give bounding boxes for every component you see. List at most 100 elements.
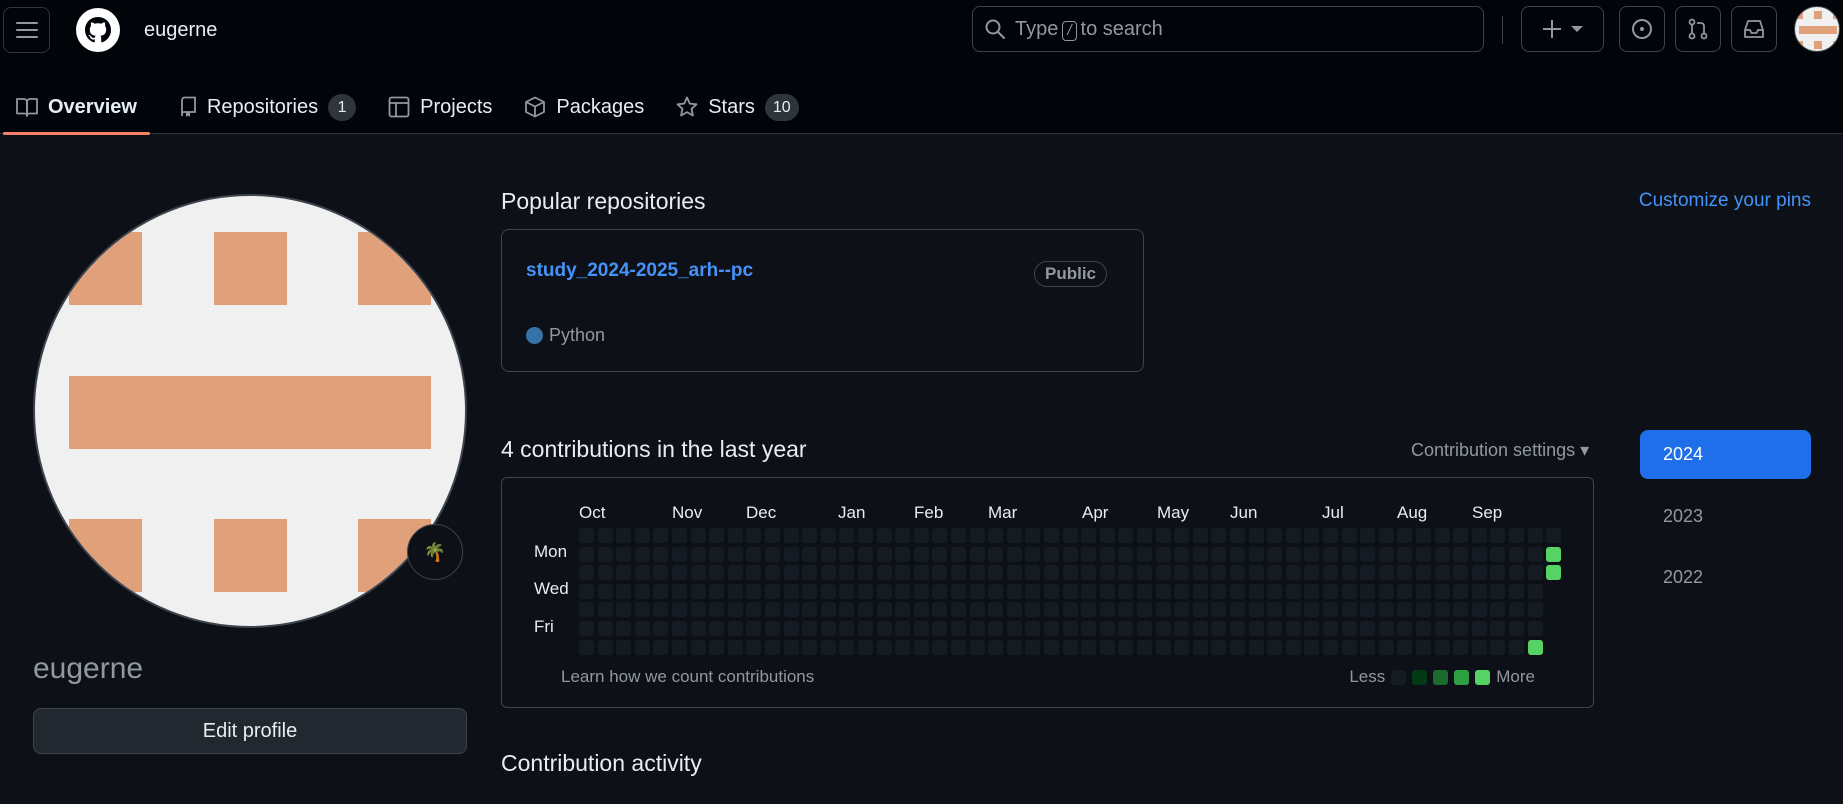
contribution-day-cell[interactable] xyxy=(1471,565,1487,581)
contribution-day-cell[interactable] xyxy=(820,583,836,599)
contribution-day-cell[interactable] xyxy=(1006,546,1022,562)
contribution-day-cell[interactable] xyxy=(1378,583,1394,599)
contribution-day-cell[interactable] xyxy=(634,602,650,618)
contribution-day-cell[interactable] xyxy=(932,621,948,636)
contribution-day-cell[interactable] xyxy=(727,583,743,599)
github-logo-icon[interactable] xyxy=(75,7,121,53)
contribution-day-cell[interactable] xyxy=(858,639,873,655)
contribution-day-cell[interactable] xyxy=(1453,546,1469,562)
contribution-day-cell[interactable] xyxy=(765,546,780,562)
contribution-settings-dropdown[interactable]: Contribution settings ▾ xyxy=(1411,440,1589,461)
contribution-day-cell[interactable] xyxy=(1416,621,1431,636)
contribution-day-cell[interactable] xyxy=(1044,583,1059,599)
contribution-day-cell[interactable] xyxy=(1509,621,1524,636)
contribution-day-cell[interactable] xyxy=(1174,639,1190,655)
contribution-day-cell[interactable] xyxy=(1453,602,1469,618)
contribution-day-cell[interactable] xyxy=(746,565,762,581)
contribution-day-cell[interactable] xyxy=(802,602,818,618)
contribution-day-cell[interactable] xyxy=(672,639,687,655)
contribution-day-cell[interactable] xyxy=(1230,565,1245,581)
contribution-day-cell[interactable] xyxy=(653,583,669,599)
contribution-day-cell[interactable] xyxy=(988,621,1004,636)
contribution-day-cell[interactable] xyxy=(820,602,836,618)
contribution-day-cell[interactable] xyxy=(820,621,836,636)
contribution-day-cell[interactable] xyxy=(727,528,743,543)
contribution-day-cell[interactable] xyxy=(1081,528,1097,543)
contribution-day-cell[interactable] xyxy=(1323,602,1338,618)
contribution-day-cell[interactable] xyxy=(820,565,836,581)
contribution-day-cell[interactable] xyxy=(951,583,966,599)
contribution-day-cell[interactable] xyxy=(1397,621,1413,636)
contribution-day-cell[interactable] xyxy=(1099,621,1115,636)
contribution-day-cell[interactable] xyxy=(690,583,706,599)
contribution-day-cell[interactable] xyxy=(1006,583,1022,599)
contribution-day-cell[interactable] xyxy=(1118,621,1134,636)
contribution-day-cell[interactable] xyxy=(746,528,762,543)
contribution-day-cell[interactable] xyxy=(1323,528,1338,543)
contribution-day-cell[interactable] xyxy=(1471,528,1487,543)
contribution-day-cell[interactable] xyxy=(579,565,594,581)
contribution-day-cell[interactable] xyxy=(1174,602,1190,618)
contribution-day-cell[interactable] xyxy=(1397,602,1413,618)
contribution-day-cell[interactable] xyxy=(969,565,985,581)
contribution-day-cell[interactable] xyxy=(1304,602,1320,618)
contribution-day-cell[interactable] xyxy=(1546,565,1562,581)
contribution-day-cell[interactable] xyxy=(820,528,836,543)
contribution-day-cell[interactable] xyxy=(579,639,594,655)
contribution-day-cell[interactable] xyxy=(653,621,669,636)
contribution-day-cell[interactable] xyxy=(765,583,780,599)
contribution-day-cell[interactable] xyxy=(969,546,985,562)
contribution-day-cell[interactable] xyxy=(932,639,948,655)
tab-packages[interactable]: Packages xyxy=(508,80,660,134)
contribution-day-cell[interactable] xyxy=(1490,621,1506,636)
contribution-day-cell[interactable] xyxy=(951,528,966,543)
contribution-day-cell[interactable] xyxy=(858,528,873,543)
contribution-day-cell[interactable] xyxy=(895,528,911,543)
contribution-day-cell[interactable] xyxy=(1006,565,1022,581)
contribution-day-cell[interactable] xyxy=(783,528,799,543)
contribution-day-cell[interactable] xyxy=(727,639,743,655)
contribution-day-cell[interactable] xyxy=(913,639,929,655)
contribution-day-cell[interactable] xyxy=(579,528,594,543)
contribution-day-cell[interactable] xyxy=(1230,528,1245,543)
contribution-day-cell[interactable] xyxy=(597,639,613,655)
contribution-day-cell[interactable] xyxy=(1155,528,1171,543)
contribution-day-cell[interactable] xyxy=(579,583,594,599)
contribution-day-cell[interactable] xyxy=(988,639,1004,655)
contribution-day-cell[interactable] xyxy=(1267,583,1283,599)
contribution-day-cell[interactable] xyxy=(1062,528,1078,543)
contribution-day-cell[interactable] xyxy=(1192,546,1208,562)
contribution-day-cell[interactable] xyxy=(765,621,780,636)
contribution-day-cell[interactable] xyxy=(1546,528,1562,543)
contribution-day-cell[interactable] xyxy=(1006,528,1022,543)
contribution-day-cell[interactable] xyxy=(839,602,855,618)
contribution-day-cell[interactable] xyxy=(1044,602,1059,618)
contribution-day-cell[interactable] xyxy=(672,602,687,618)
contribution-day-cell[interactable] xyxy=(802,639,818,655)
contribution-day-cell[interactable] xyxy=(1434,583,1450,599)
contribution-day-cell[interactable] xyxy=(1341,565,1357,581)
contribution-day-cell[interactable] xyxy=(634,583,650,599)
contribution-day-cell[interactable] xyxy=(1304,565,1320,581)
contribution-day-cell[interactable] xyxy=(634,565,650,581)
contribution-day-cell[interactable] xyxy=(951,602,966,618)
contribution-day-cell[interactable] xyxy=(1360,639,1376,655)
contribution-day-cell[interactable] xyxy=(1378,546,1394,562)
contribution-day-cell[interactable] xyxy=(1118,583,1134,599)
contribution-day-cell[interactable] xyxy=(709,621,725,636)
contribution-day-cell[interactable] xyxy=(746,639,762,655)
contribution-day-cell[interactable] xyxy=(597,528,613,543)
contribution-day-cell[interactable] xyxy=(1248,583,1264,599)
contribution-day-cell[interactable] xyxy=(1211,565,1227,581)
contribution-day-cell[interactable] xyxy=(1099,546,1115,562)
edit-profile-button[interactable]: Edit profile xyxy=(33,708,467,754)
contribution-day-cell[interactable] xyxy=(1137,602,1152,618)
year-button-2022[interactable]: 2022 xyxy=(1640,553,1811,602)
contribution-day-cell[interactable] xyxy=(1118,546,1134,562)
contribution-day-cell[interactable] xyxy=(634,621,650,636)
contribution-day-cell[interactable] xyxy=(1509,565,1524,581)
contribution-day-cell[interactable] xyxy=(932,528,948,543)
contribution-day-cell[interactable] xyxy=(1081,546,1097,562)
contribution-day-cell[interactable] xyxy=(1025,546,1041,562)
contribution-day-cell[interactable] xyxy=(1341,639,1357,655)
